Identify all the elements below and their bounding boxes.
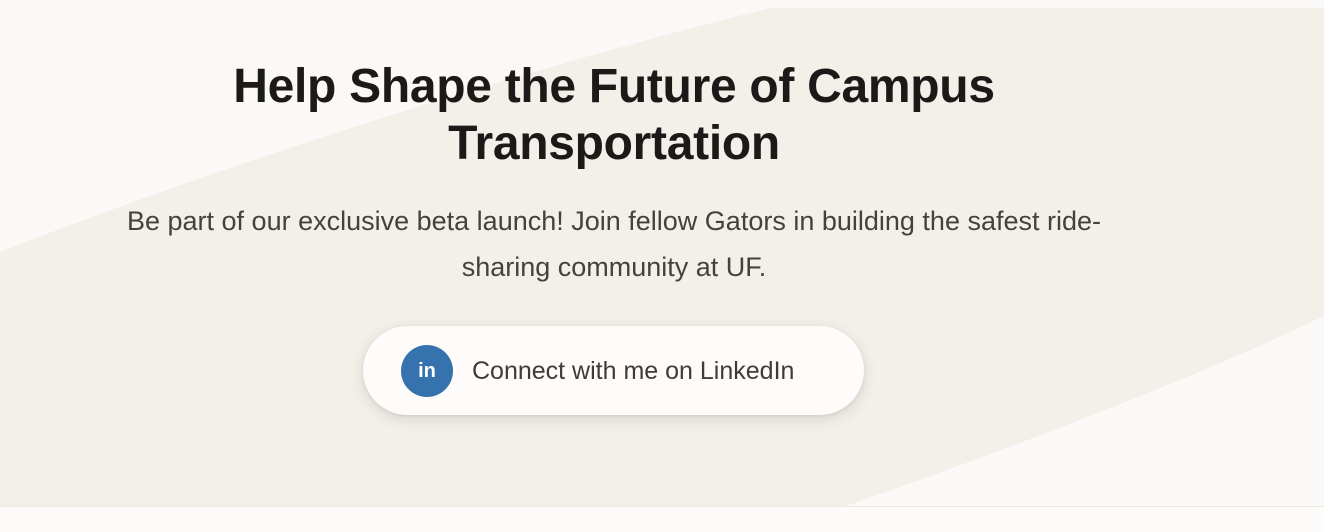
section-subtitle: Be part of our exclusive beta launch! Jo… xyxy=(126,206,1102,282)
beta-invite-section: Help Shape the Future of Campus Transpor… xyxy=(0,0,1324,506)
linkedin-connect-label: Connect with me on LinkedIn xyxy=(472,357,795,385)
linkedin-connect-button[interactable]: in Connect with me on LinkedIn xyxy=(363,326,864,415)
section-heading: Help Shape the Future of Campus Transpor… xyxy=(233,60,995,170)
page-footer-edge xyxy=(0,506,1324,532)
linkedin-icon: in xyxy=(401,345,453,397)
